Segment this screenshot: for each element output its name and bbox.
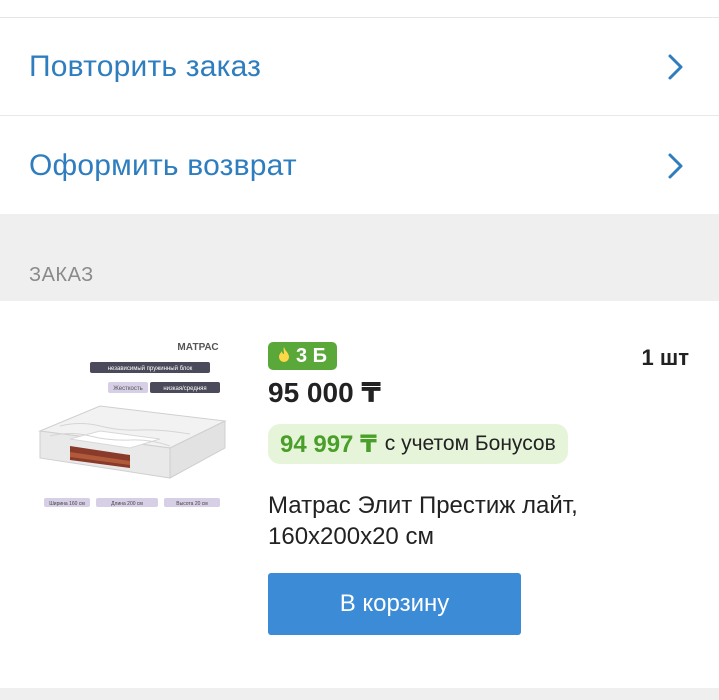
image-dim3: Высота 20 см: [176, 501, 208, 507]
image-tag2-value: низкая/средняя: [163, 386, 206, 392]
return-order-row[interactable]: Оформить возврат: [0, 117, 719, 214]
chevron-right-icon: [665, 151, 687, 181]
section-title: ЗАКАЗ: [29, 264, 94, 286]
repeat-order-label: Повторить заказ: [29, 50, 262, 83]
bonus-price-value: 94 997 ₸: [280, 430, 377, 458]
flame-icon: [278, 345, 290, 368]
quantity: 1 шт: [641, 345, 689, 370]
section-header-bg: [0, 214, 719, 301]
image-tag1: независимый пружинный блок: [108, 365, 193, 372]
bonus-price-note: с учетом Бонусов: [384, 432, 556, 455]
image-tag2-label: Жесткость: [113, 386, 142, 392]
bonus-price-pill: 94 997 ₸ с учетом Бонусов: [268, 424, 568, 464]
image-dim2: Длина 200 см: [111, 501, 143, 507]
bonus-badge: 3 Б: [268, 342, 338, 370]
mattress-drawing: [38, 405, 227, 479]
bonus-badge-value: 3 Б: [296, 344, 328, 367]
top-divider: [0, 0, 719, 18]
image-heading: МАТРАС: [177, 342, 218, 353]
product-name-link[interactable]: Матрас Элит Престиж лайт, 160x200x20 см: [268, 490, 668, 552]
product-image[interactable]: МАТРАС независимый пружинный блок Жестко…: [30, 336, 230, 516]
return-order-label: Оформить возврат: [29, 148, 297, 182]
image-dim1: Ширина 160 см: [49, 501, 85, 507]
add-to-cart-button[interactable]: В корзину: [268, 573, 521, 635]
product-price: 95 000 ₸: [268, 377, 381, 408]
chevron-right-icon: [665, 52, 687, 82]
bottom-divider: [0, 688, 719, 700]
repeat-order-row[interactable]: Повторить заказ: [0, 19, 719, 116]
